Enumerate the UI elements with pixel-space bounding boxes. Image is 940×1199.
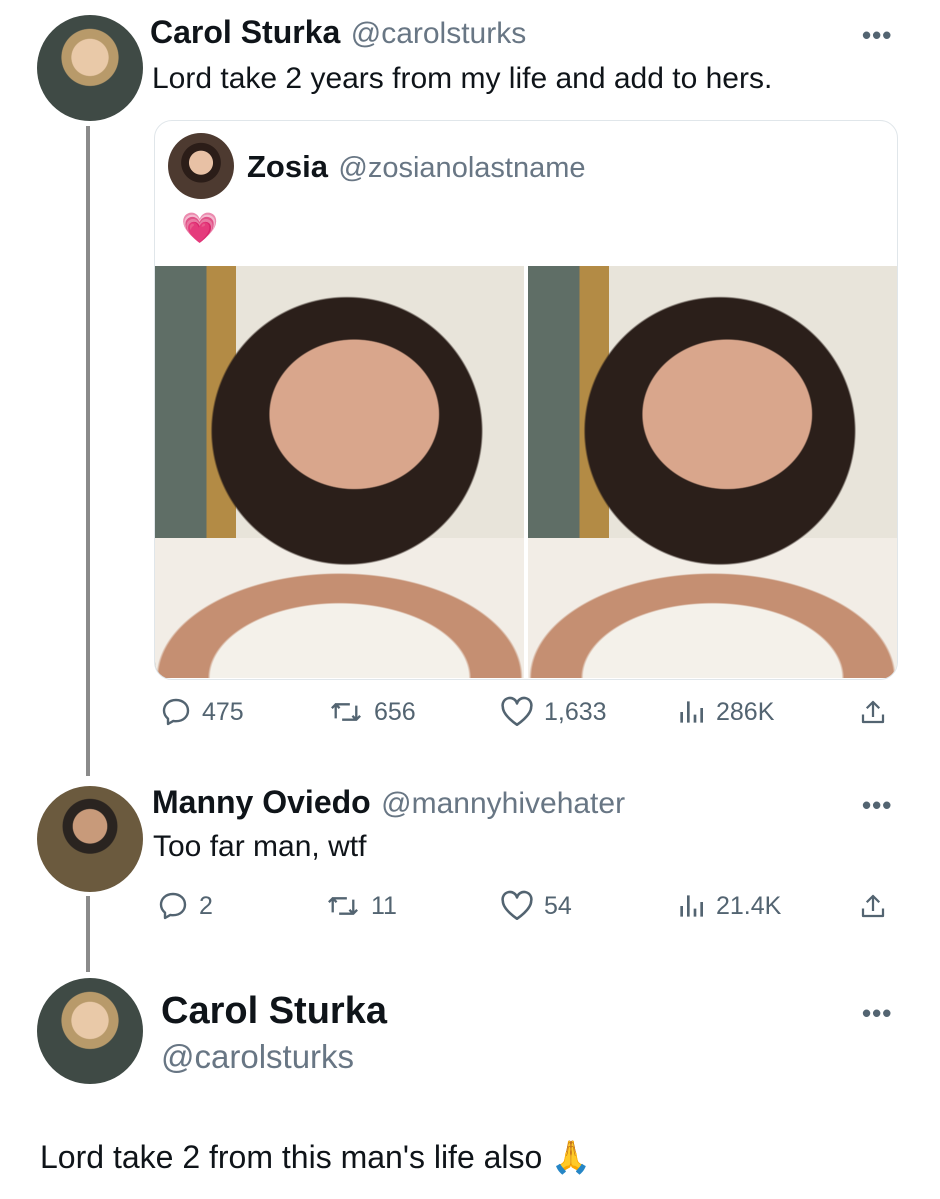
more-icon[interactable]: ••• bbox=[862, 20, 892, 51]
share-button[interactable] bbox=[858, 890, 888, 922]
reply-button[interactable]: 2 bbox=[157, 890, 213, 922]
heart-icon bbox=[501, 696, 533, 727]
quote-author-handle[interactable]: @zosianolastname bbox=[338, 152, 585, 184]
more-icon[interactable]: ••• bbox=[862, 790, 892, 821]
retweet-button[interactable]: 656 bbox=[328, 696, 416, 728]
reply-button[interactable]: 475 bbox=[160, 696, 244, 728]
retweet-count: 656 bbox=[374, 697, 416, 726]
thread-line bbox=[86, 896, 90, 972]
retweet-icon bbox=[331, 703, 361, 721]
retweet-button[interactable]: 11 bbox=[325, 890, 397, 922]
tweet2-header: Manny Oviedo @mannyhivehater bbox=[152, 784, 625, 821]
reply-count: 2 bbox=[199, 891, 213, 920]
quote-header: Zosia @zosianolastname bbox=[247, 149, 586, 185]
views-button[interactable]: 286K bbox=[676, 696, 774, 728]
like-button[interactable]: 54 bbox=[500, 890, 572, 922]
author-name[interactable]: Carol Sturka bbox=[161, 990, 387, 1033]
avatar-manny[interactable] bbox=[37, 786, 143, 892]
like-button[interactable]: 1,633 bbox=[500, 696, 607, 728]
avatar-carol[interactable] bbox=[37, 978, 143, 1084]
views-button[interactable]: 21.4K bbox=[676, 890, 781, 922]
avatar-carol[interactable] bbox=[37, 15, 143, 121]
quoted-tweet[interactable]: Zosia @zosianolastname 💗 bbox=[154, 120, 898, 680]
view-count: 21.4K bbox=[716, 891, 782, 920]
share-icon bbox=[861, 894, 885, 918]
tweet-text: Too far man, wtf bbox=[153, 830, 367, 863]
more-icon[interactable]: ••• bbox=[862, 998, 892, 1029]
author-handle[interactable]: @mannyhivehater bbox=[381, 787, 625, 820]
author-name[interactable]: Carol Sturka bbox=[150, 14, 340, 50]
retweet-count: 11 bbox=[371, 891, 397, 920]
author-handle[interactable]: @carolsturks bbox=[351, 17, 527, 50]
reply-icon bbox=[162, 698, 190, 726]
share-button[interactable] bbox=[858, 696, 888, 728]
view-count: 286K bbox=[716, 697, 775, 726]
thread-line bbox=[86, 126, 90, 776]
heart-icon bbox=[501, 890, 533, 921]
quote-photo-2[interactable] bbox=[528, 266, 897, 678]
author-handle[interactable]: @carolsturks bbox=[161, 1038, 354, 1076]
author-name[interactable]: Manny Oviedo bbox=[152, 784, 371, 820]
views-icon bbox=[680, 701, 703, 723]
like-count: 54 bbox=[544, 891, 572, 920]
tweet1-header: Carol Sturka @carolsturks bbox=[150, 14, 526, 51]
reply-icon bbox=[159, 892, 187, 920]
tweet-text: Lord take 2 from this man's life also 🙏 bbox=[40, 1139, 592, 1175]
reply-count: 475 bbox=[202, 697, 244, 726]
quote-photo-1[interactable] bbox=[155, 266, 524, 678]
share-icon bbox=[861, 700, 885, 724]
pink-heart-emoji: 💗 bbox=[181, 212, 219, 245]
avatar-zosia[interactable] bbox=[168, 133, 234, 199]
views-icon bbox=[680, 895, 703, 917]
like-count: 1,633 bbox=[544, 697, 607, 726]
quote-author-name[interactable]: Zosia bbox=[247, 149, 328, 184]
tweet-text: Lord take 2 years from my life and add t… bbox=[152, 62, 773, 95]
retweet-icon bbox=[328, 897, 358, 915]
